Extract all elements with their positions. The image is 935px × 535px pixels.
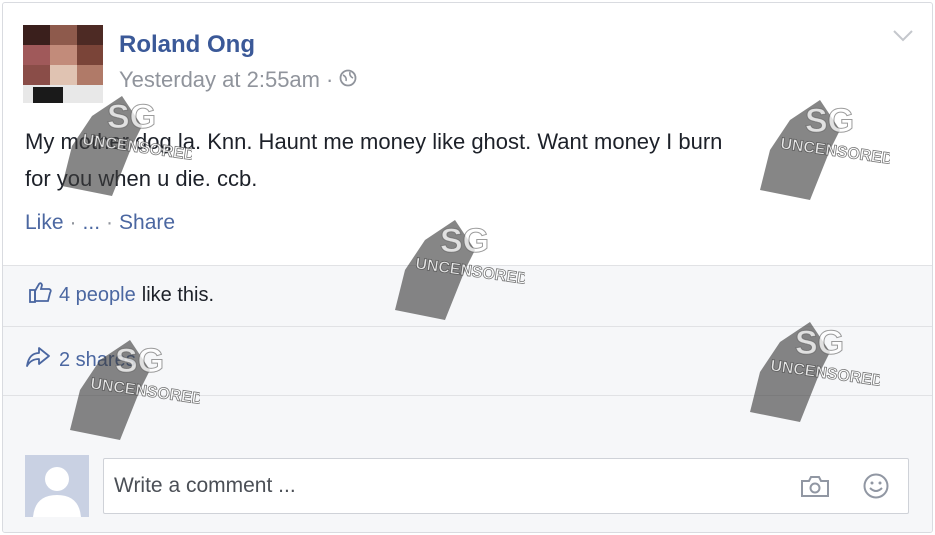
share-arrow-icon <box>25 346 51 374</box>
post-body: My mother dog la. Knn. Haunt me money li… <box>25 123 905 197</box>
author-avatar[interactable] <box>23 25 103 103</box>
post-body-line: for you when u die. ccb. <box>25 166 258 191</box>
thumbs-up-icon <box>29 281 53 309</box>
post-timestamp[interactable]: Yesterday at 2:55am <box>119 67 320 93</box>
author-name[interactable]: Roland Ong <box>119 31 255 59</box>
post-body-line: My mother dog la. Knn. Haunt me money li… <box>25 129 723 154</box>
share-link[interactable]: Share <box>119 211 175 235</box>
more-link[interactable]: ... <box>83 211 101 235</box>
commenter-avatar <box>25 455 89 517</box>
divider <box>3 395 932 396</box>
likes-suffix: like this. <box>141 283 214 306</box>
post-actions: Like · ... · Share <box>25 211 175 235</box>
shares-summary[interactable]: 2 shares <box>25 346 136 374</box>
action-separator: · <box>106 211 114 234</box>
comment-box <box>103 458 909 514</box>
post-meta: Yesterday at 2:55am · <box>119 67 357 93</box>
shares-count-link[interactable]: 2 shares <box>59 349 136 372</box>
likes-summary: 4 people like this. <box>29 281 214 309</box>
action-separator: · <box>69 211 77 234</box>
divider <box>3 265 932 266</box>
divider <box>3 326 932 327</box>
post-card: Roland Ong Yesterday at 2:55am · My moth… <box>2 2 933 533</box>
likes-count-link[interactable]: 4 people <box>59 284 136 307</box>
meta-separator: · <box>326 67 334 92</box>
comment-input[interactable] <box>104 459 754 513</box>
camera-icon[interactable] <box>800 474 830 503</box>
globe-icon[interactable] <box>339 67 357 93</box>
chevron-down-icon[interactable] <box>892 29 914 48</box>
smiley-icon[interactable] <box>862 472 890 505</box>
like-link[interactable]: Like <box>25 211 64 235</box>
